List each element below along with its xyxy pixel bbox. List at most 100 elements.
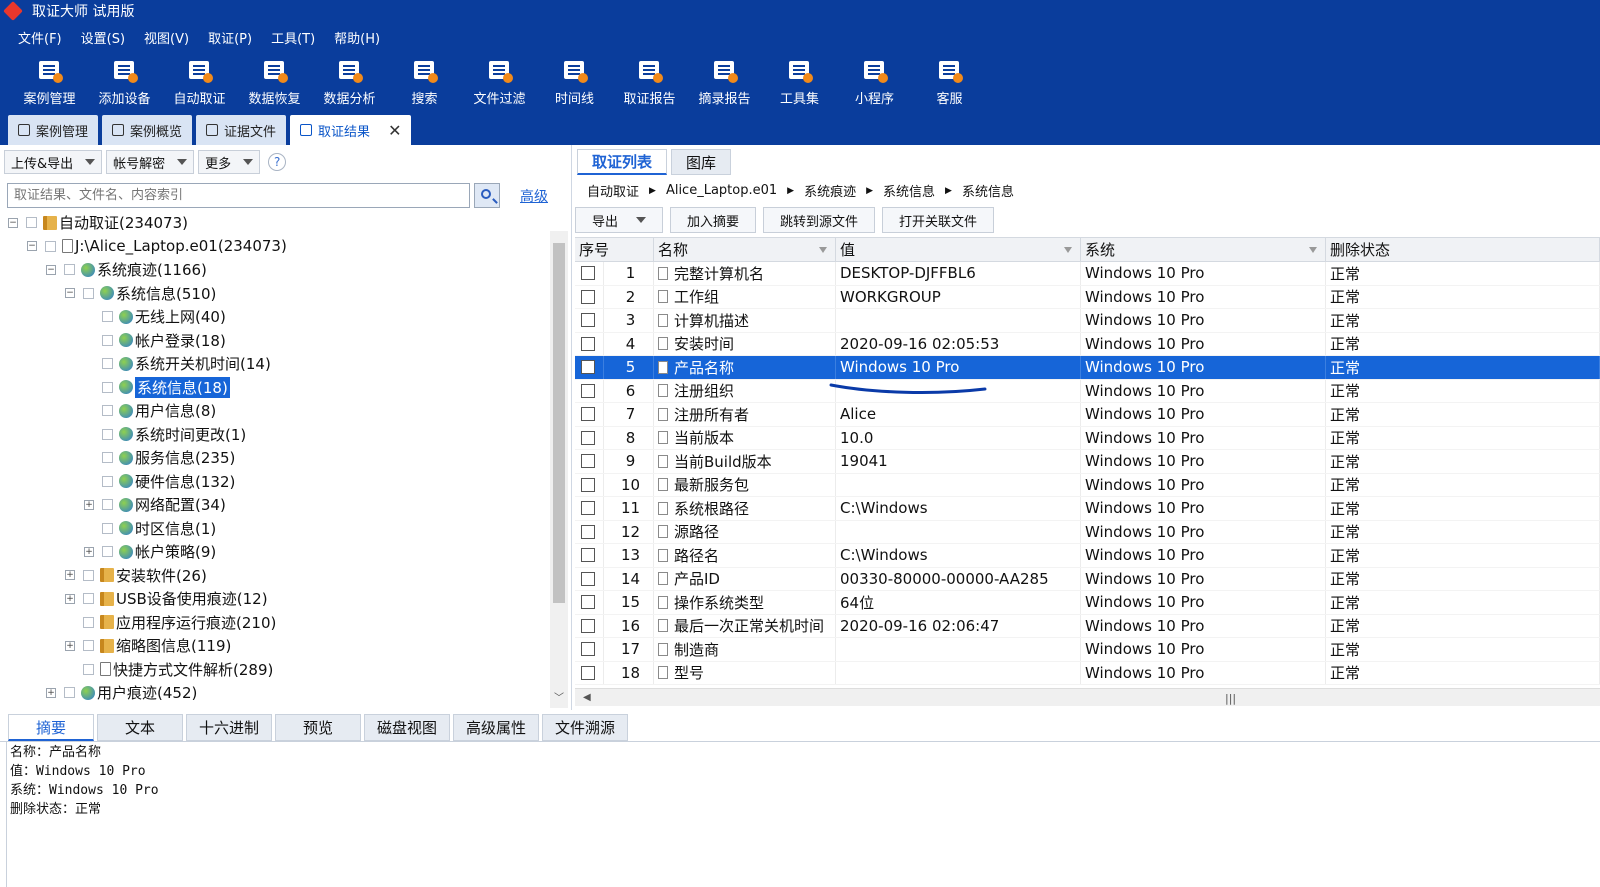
row-checkbox[interactable] (581, 336, 595, 351)
detail-tab[interactable]: 磁盘视图 (364, 714, 450, 741)
tree-node[interactable]: − 自动取证(234073) (8, 211, 188, 234)
row-checkbox[interactable] (581, 383, 595, 398)
filter-icon[interactable] (1064, 247, 1072, 253)
tree-node[interactable]: 帐户登录(18) (84, 329, 226, 352)
grid-header-cell[interactable]: 序号 (575, 238, 654, 261)
breadcrumb-item[interactable]: 系统痕迹 (804, 181, 856, 200)
detail-tab[interactable]: 预览 (275, 714, 361, 741)
table-row[interactable]: 16 最后一次正常关机时间 2020-09-16 02:06:47 Windows 1… (575, 614, 1600, 638)
tree-node[interactable]: + USB设备使用痕迹(12) (65, 587, 268, 610)
tree-checkbox[interactable] (102, 428, 113, 440)
expand-icon[interactable]: + (65, 640, 75, 651)
table-row[interactable]: 13 路径名 C:\Windows Windows 10 Pro 正常 (575, 544, 1600, 568)
collapse-icon[interactable]: − (8, 217, 18, 228)
table-row[interactable]: 9 当前Build版本 19041 Windows 10 Pro 正常 (575, 450, 1600, 474)
table-row[interactable]: 3 计算机描述 Windows 10 Pro 正常 (575, 309, 1600, 333)
row-checkbox[interactable] (581, 642, 595, 657)
tree-node[interactable]: + 安装软件(26) (65, 564, 207, 587)
tree-node[interactable]: 无线上网(40) (84, 305, 226, 328)
toolbar-button[interactable]: 小程序 (837, 52, 912, 112)
left-dropdown[interactable]: 更多 (198, 150, 261, 174)
detail-tab[interactable]: 摘要 (8, 714, 94, 741)
tree-checkbox[interactable] (102, 405, 113, 416)
table-row[interactable]: 4 安装时间 2020-09-16 02:05:53 Windows 10 Pro 正常 (575, 332, 1600, 356)
breadcrumb-item[interactable]: 系统信息 (883, 181, 935, 200)
doc-tab[interactable]: 案例概览 (102, 115, 193, 145)
breadcrumb-item[interactable]: 自动取证 (587, 181, 639, 200)
result-tab[interactable]: 取证列表 (577, 149, 668, 175)
table-row[interactable]: 6 注册组织 Windows 10 Pro 正常 (575, 379, 1600, 403)
tree-node[interactable]: 硬件信息(132) (84, 470, 235, 493)
table-row[interactable]: 7 注册所有者 Alice Windows 10 Pro 正常 (575, 403, 1600, 427)
tree-checkbox[interactable] (102, 311, 113, 322)
row-checkbox[interactable] (581, 595, 595, 610)
collapse-icon[interactable]: − (27, 241, 37, 251)
filter-icon[interactable] (1309, 247, 1317, 253)
tree-node[interactable]: − 系统信息(510) (65, 282, 216, 305)
menu-item[interactable]: 视图(V) (144, 28, 189, 47)
toolbar-button[interactable]: 取证报告 (612, 52, 687, 112)
tree-node[interactable]: − 系统痕迹(1166) (46, 258, 207, 281)
table-row[interactable]: 18 型号 Windows 10 Pro 正常 (575, 661, 1600, 685)
expand-icon[interactable]: + (46, 687, 56, 698)
tree-checkbox[interactable] (83, 287, 94, 299)
tree-node[interactable]: 服务信息(235) (84, 446, 235, 469)
toolbar-button[interactable]: 数据分析 (312, 52, 387, 112)
action-button[interactable]: 导出 (575, 207, 664, 233)
left-dropdown[interactable]: 上传&导出 (4, 150, 103, 174)
help-icon[interactable]: ? (268, 153, 287, 171)
toolbar-button[interactable]: 案例管理 (12, 52, 87, 112)
row-checkbox[interactable] (581, 571, 595, 586)
row-checkbox[interactable] (581, 360, 595, 375)
advanced-search-link[interactable]: 高级 (520, 186, 548, 206)
tree-checkbox[interactable] (64, 687, 75, 698)
menu-item[interactable]: 文件(F) (18, 28, 62, 47)
close-icon[interactable]: ✕ (388, 121, 401, 140)
tree-node[interactable]: + 缩略图信息(119) (65, 634, 231, 657)
result-tab[interactable]: 图库 (671, 149, 732, 175)
toolbar-button[interactable]: 文件过滤 (462, 52, 537, 112)
row-checkbox[interactable] (581, 289, 595, 304)
row-checkbox[interactable] (581, 524, 595, 539)
table-row[interactable]: 15 操作系统类型 64位 Windows 10 Pro 正常 (575, 591, 1600, 615)
tree-checkbox[interactable] (102, 381, 113, 393)
tree-checkbox[interactable] (102, 452, 113, 463)
doc-tab[interactable]: 案例管理 (8, 115, 99, 145)
tree-checkbox[interactable] (83, 593, 94, 604)
scrollbar-grip-icon[interactable]: ||| (1225, 692, 1236, 705)
scroll-left-icon[interactable]: ◀ (583, 692, 591, 703)
row-checkbox[interactable] (581, 501, 595, 516)
toolbar-button[interactable]: 添加设备 (87, 52, 162, 112)
table-row[interactable]: 14 产品ID 00330-80000-00000-AA285 Windows 10 … (575, 567, 1600, 591)
tree-checkbox[interactable] (83, 616, 94, 628)
action-button[interactable]: 打开关联文件 (882, 207, 995, 233)
tree-checkbox[interactable] (102, 358, 113, 369)
row-checkbox[interactable] (581, 266, 595, 281)
tree-node[interactable]: 应用程序运行痕迹(210) (65, 611, 276, 634)
row-checkbox[interactable] (581, 477, 595, 492)
menu-item[interactable]: 工具(T) (271, 28, 315, 47)
row-checkbox[interactable] (581, 430, 595, 445)
table-row[interactable]: 5 产品名称 Windows 10 Pro Windows 10 Pro 正常 (575, 356, 1600, 380)
table-row[interactable]: 17 制造商 Windows 10 Pro 正常 (575, 638, 1600, 662)
expand-icon[interactable]: + (65, 593, 75, 604)
doc-tab[interactable]: 取证结果 ✕ (290, 115, 412, 145)
row-checkbox[interactable] (581, 665, 595, 680)
toolbar-button[interactable]: 搜索 (387, 52, 462, 112)
breadcrumb-item[interactable]: Alice_Laptop.e01 (666, 183, 777, 198)
breadcrumb-item[interactable]: 系统信息 (962, 181, 1014, 200)
table-row[interactable]: 1 完整计算机名 DESKTOP-DJFFBL6 Windows 10 Pro 正常 (575, 262, 1600, 286)
tree-node[interactable]: 时区信息(1) (84, 517, 216, 540)
scrollbar-thumb[interactable] (553, 243, 565, 603)
toolbar-button[interactable]: 客服 (912, 52, 987, 112)
toolbar-button[interactable]: 工具集 (762, 52, 837, 112)
menu-item[interactable]: 取证(P) (208, 28, 252, 47)
row-checkbox[interactable] (581, 454, 595, 469)
tree-vertical-scrollbar[interactable]: ﹀ (550, 231, 568, 708)
doc-tab[interactable]: 证据文件 (196, 115, 287, 145)
filter-icon[interactable] (819, 247, 827, 253)
toolbar-button[interactable]: 数据恢复 (237, 52, 312, 112)
tree-node[interactable]: + 网络配置(34) (84, 493, 226, 516)
left-dropdown[interactable]: 帐号解密 (106, 150, 195, 174)
tree-checkbox[interactable] (83, 663, 94, 675)
